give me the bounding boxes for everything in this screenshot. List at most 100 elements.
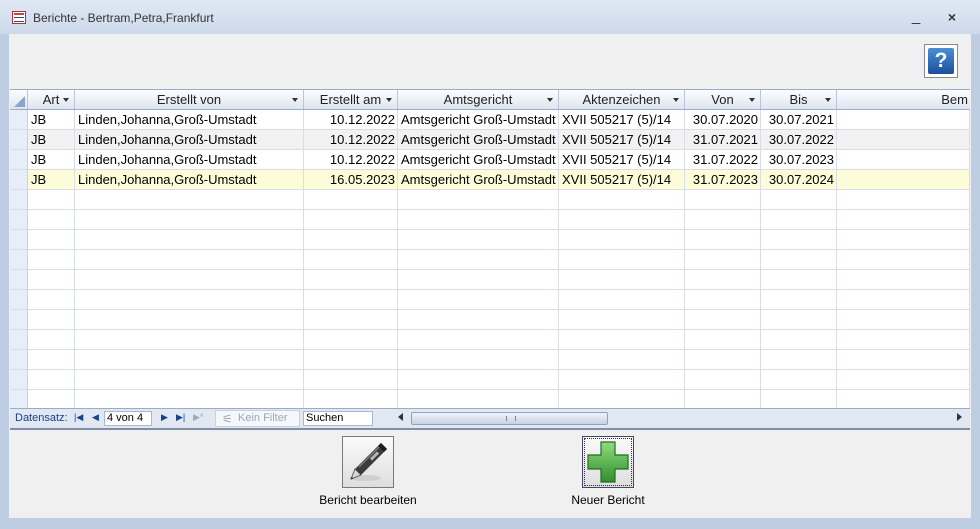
filter-toggle[interactable]: ⚟ Kein Filter bbox=[215, 410, 300, 427]
row-selector[interactable] bbox=[10, 250, 28, 270]
table-cell[interactable] bbox=[398, 190, 559, 210]
table-cell[interactable] bbox=[304, 370, 398, 390]
row-selector[interactable] bbox=[10, 170, 28, 190]
horizontal-scrollbar-thumb[interactable] bbox=[411, 412, 608, 425]
dropdown-arrow-icon[interactable] bbox=[63, 98, 69, 102]
table-cell[interactable] bbox=[761, 190, 837, 210]
table-cell[interactable]: 30.07.2023 bbox=[761, 150, 837, 170]
table-cell[interactable] bbox=[398, 250, 559, 270]
table-cell[interactable] bbox=[398, 330, 559, 350]
table-cell[interactable] bbox=[304, 270, 398, 290]
empty-row[interactable] bbox=[10, 230, 970, 250]
table-cell[interactable] bbox=[685, 330, 761, 350]
table-cell[interactable]: 30.07.2022 bbox=[761, 130, 837, 150]
table-cell[interactable]: JB bbox=[28, 110, 75, 130]
table-cell[interactable] bbox=[304, 250, 398, 270]
next-record-icon[interactable]: ▶ bbox=[161, 412, 168, 423]
table-cell[interactable] bbox=[837, 350, 970, 370]
table-cell[interactable] bbox=[75, 270, 304, 290]
table-cell[interactable] bbox=[685, 390, 761, 408]
table-cell[interactable]: 30.07.2021 bbox=[761, 110, 837, 130]
table-cell[interactable] bbox=[559, 390, 685, 408]
table-cell[interactable] bbox=[685, 310, 761, 330]
table-cell[interactable] bbox=[559, 290, 685, 310]
table-cell[interactable] bbox=[304, 390, 398, 408]
empty-row[interactable] bbox=[10, 210, 970, 230]
table-cell[interactable] bbox=[837, 150, 970, 170]
table-cell[interactable] bbox=[761, 310, 837, 330]
row-selector[interactable] bbox=[10, 230, 28, 250]
column-header-aktenzeichen[interactable]: Aktenzeichen bbox=[559, 90, 685, 109]
table-cell[interactable]: 31.07.2023 bbox=[685, 170, 761, 190]
minimize-button[interactable]: _ bbox=[902, 6, 930, 28]
column-header-von[interactable]: Von bbox=[685, 90, 761, 109]
table-cell[interactable]: 30.07.2024 bbox=[761, 170, 837, 190]
table-cell[interactable]: JB bbox=[28, 170, 75, 190]
table-cell[interactable] bbox=[28, 270, 75, 290]
row-selector[interactable] bbox=[10, 190, 28, 210]
column-header-art[interactable]: Art bbox=[28, 90, 75, 109]
table-cell[interactable] bbox=[28, 290, 75, 310]
table-cell[interactable] bbox=[559, 190, 685, 210]
table-cell[interactable]: Linden,Johanna,Groß-Umstadt bbox=[75, 150, 304, 170]
table-cell[interactable] bbox=[559, 270, 685, 290]
row-selector[interactable] bbox=[10, 390, 28, 408]
table-cell[interactable]: 16.05.2023 bbox=[304, 170, 398, 190]
table-cell[interactable] bbox=[75, 350, 304, 370]
row-selector[interactable] bbox=[10, 210, 28, 230]
table-cell[interactable] bbox=[761, 390, 837, 408]
row-selector[interactable] bbox=[10, 290, 28, 310]
table-cell[interactable] bbox=[304, 330, 398, 350]
table-cell[interactable] bbox=[559, 210, 685, 230]
dropdown-arrow-icon[interactable] bbox=[386, 98, 392, 102]
empty-row[interactable] bbox=[10, 250, 970, 270]
table-cell[interactable] bbox=[75, 250, 304, 270]
table-cell[interactable] bbox=[28, 350, 75, 370]
empty-row[interactable] bbox=[10, 390, 970, 408]
dropdown-arrow-icon[interactable] bbox=[749, 98, 755, 102]
table-cell[interactable] bbox=[761, 370, 837, 390]
table-cell[interactable] bbox=[761, 210, 837, 230]
table-cell[interactable]: JB bbox=[28, 130, 75, 150]
table-cell[interactable] bbox=[28, 210, 75, 230]
row-selector[interactable] bbox=[10, 110, 28, 130]
column-header-bis[interactable]: Bis bbox=[761, 90, 837, 109]
empty-row[interactable] bbox=[10, 370, 970, 390]
row-selector[interactable] bbox=[10, 150, 28, 170]
dropdown-arrow-icon[interactable] bbox=[292, 98, 298, 102]
empty-row[interactable] bbox=[10, 330, 970, 350]
table-cell[interactable] bbox=[28, 250, 75, 270]
dropdown-arrow-icon[interactable] bbox=[825, 98, 831, 102]
table-cell[interactable]: Linden,Johanna,Groß-Umstadt bbox=[75, 130, 304, 150]
table-cell[interactable] bbox=[304, 210, 398, 230]
column-header-erstellt-von[interactable]: Erstellt von bbox=[75, 90, 304, 109]
column-header-bemerkung[interactable]: Bem bbox=[837, 90, 970, 109]
table-cell[interactable] bbox=[75, 370, 304, 390]
table-cell[interactable]: XVII 505217 (5)/14 bbox=[559, 110, 685, 130]
table-cell[interactable] bbox=[398, 350, 559, 370]
table-cell[interactable] bbox=[837, 310, 970, 330]
table-row[interactable]: JB Linden,Johanna,Groß-Umstadt 10.12.2022 A… bbox=[10, 130, 970, 150]
table-cell[interactable] bbox=[75, 190, 304, 210]
table-cell[interactable] bbox=[28, 330, 75, 350]
empty-row[interactable] bbox=[10, 190, 970, 210]
table-cell[interactable] bbox=[837, 230, 970, 250]
empty-row[interactable] bbox=[10, 350, 970, 370]
table-cell[interactable] bbox=[398, 270, 559, 290]
help-button[interactable]: ? bbox=[924, 44, 958, 78]
scroll-left-arrow-icon[interactable] bbox=[398, 413, 403, 421]
row-selector[interactable] bbox=[10, 370, 28, 390]
table-cell[interactable]: XVII 505217 (5)/14 bbox=[559, 170, 685, 190]
table-cell[interactable]: 10.12.2022 bbox=[304, 150, 398, 170]
dropdown-arrow-icon[interactable] bbox=[547, 98, 553, 102]
table-cell[interactable]: JB bbox=[28, 150, 75, 170]
column-header-erstellt-am[interactable]: Erstellt am bbox=[304, 90, 398, 109]
table-cell[interactable] bbox=[559, 370, 685, 390]
column-header-amtsgericht[interactable]: Amtsgericht bbox=[398, 90, 559, 109]
table-cell[interactable] bbox=[837, 110, 970, 130]
table-cell[interactable] bbox=[398, 290, 559, 310]
table-row[interactable]: JB Linden,Johanna,Groß-Umstadt 16.05.2023 A… bbox=[10, 170, 970, 190]
table-cell[interactable]: 31.07.2021 bbox=[685, 130, 761, 150]
table-cell[interactable] bbox=[398, 370, 559, 390]
first-record-icon[interactable]: |◀ bbox=[74, 412, 83, 423]
